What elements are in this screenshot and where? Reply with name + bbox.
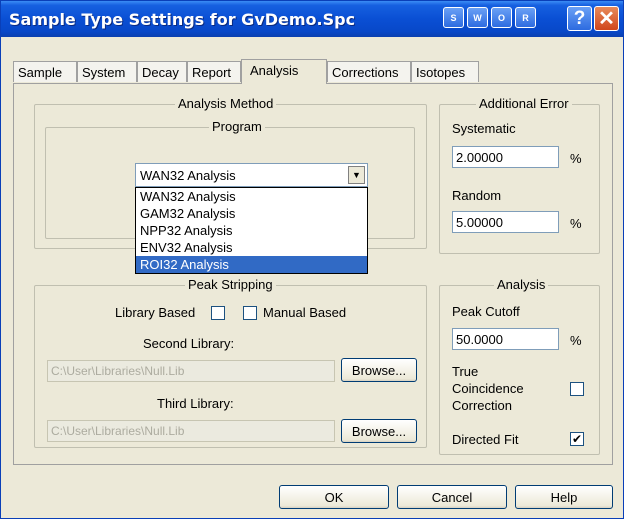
- third-library-label: Third Library:: [157, 396, 234, 411]
- analysis-panel: Analysis Method Program WAN32 Analysis ▼…: [13, 83, 613, 465]
- dropdown-option-npp32[interactable]: NPP32 Analysis: [136, 222, 367, 239]
- program-select-value: WAN32 Analysis: [140, 168, 236, 183]
- cancel-button[interactable]: Cancel: [397, 485, 507, 509]
- directed-fit-checkbox[interactable]: ✔: [570, 432, 584, 446]
- help-button[interactable]: Help: [515, 485, 613, 509]
- analysis-options-group: Analysis Peak Cutoff 50.0000 % True Coin…: [439, 277, 600, 455]
- library-based-label: Library Based: [115, 305, 196, 320]
- analysis-options-legend: Analysis: [494, 277, 549, 292]
- systematic-unit: %: [570, 151, 582, 166]
- title-button-o[interactable]: O: [491, 7, 512, 28]
- peak-stripping-legend: Peak Stripping: [185, 277, 276, 292]
- second-library-field[interactable]: C:\User\Libraries\Null.Lib: [47, 360, 335, 382]
- additional-error-legend: Additional Error: [476, 96, 572, 111]
- dropdown-option-gam32[interactable]: GAM32 Analysis: [136, 205, 367, 222]
- true-coincidence-label-line1: True: [452, 364, 479, 379]
- additional-error-group: Additional Error Systematic 2.00000 % Ra…: [439, 96, 600, 254]
- true-coincidence-label-line3: Correction: [452, 398, 512, 413]
- program-dropdown-list: WAN32 Analysis GAM32 Analysis NPP32 Anal…: [135, 187, 368, 274]
- peak-cutoff-label: Peak Cutoff: [452, 304, 520, 319]
- title-button-s[interactable]: S: [443, 7, 464, 28]
- close-icon[interactable]: ✕: [594, 6, 619, 31]
- program-select[interactable]: WAN32 Analysis ▼: [135, 163, 368, 187]
- random-input[interactable]: 5.00000: [452, 211, 559, 233]
- random-label: Random: [452, 188, 502, 203]
- program-legend: Program: [209, 119, 265, 134]
- dropdown-option-roi32[interactable]: ROI32 Analysis: [136, 256, 367, 273]
- analysis-method-group: Analysis Method Program WAN32 Analysis ▼…: [34, 96, 427, 274]
- library-based-checkbox[interactable]: [211, 306, 225, 320]
- title-button-r[interactable]: R: [515, 7, 536, 28]
- tab-decay[interactable]: Decay: [137, 61, 187, 82]
- tab-sample[interactable]: Sample: [13, 61, 77, 82]
- tab-analysis[interactable]: Analysis: [241, 59, 327, 84]
- peak-cutoff-unit: %: [570, 333, 582, 348]
- title-bar[interactable]: Sample Type Settings for GvDemo.Spc S W …: [1, 1, 623, 37]
- true-coincidence-label-line2: Coincidence: [452, 381, 524, 396]
- directed-fit-label: Directed Fit: [452, 432, 519, 447]
- tab-isotopes[interactable]: Isotopes: [411, 61, 479, 82]
- chevron-down-icon[interactable]: ▼: [348, 166, 365, 184]
- dropdown-option-wan32[interactable]: WAN32 Analysis: [136, 188, 367, 205]
- window-title: Sample Type Settings for GvDemo.Spc: [9, 10, 356, 29]
- dialog-window: Sample Type Settings for GvDemo.Spc S W …: [0, 0, 624, 519]
- browse-third-library-button[interactable]: Browse...: [341, 419, 417, 443]
- tab-system[interactable]: System: [77, 61, 137, 82]
- peak-cutoff-input[interactable]: 50.0000: [452, 328, 559, 350]
- title-button-w[interactable]: W: [467, 7, 488, 28]
- tab-strip: Sample System Decay Report Analysis Corr…: [13, 59, 613, 84]
- peak-stripping-group: Peak Stripping Library Based Manual Base…: [34, 277, 427, 448]
- second-library-label: Second Library:: [143, 336, 235, 351]
- third-library-field[interactable]: C:\User\Libraries\Null.Lib: [47, 420, 335, 442]
- help-icon[interactable]: ?: [567, 6, 592, 31]
- true-coincidence-checkbox[interactable]: [570, 382, 584, 396]
- tab-report[interactable]: Report: [187, 61, 241, 82]
- browse-second-library-button[interactable]: Browse...: [341, 358, 417, 382]
- dropdown-option-env32[interactable]: ENV32 Analysis: [136, 239, 367, 256]
- ok-button[interactable]: OK: [279, 485, 389, 509]
- manual-based-label: Manual Based: [263, 305, 347, 320]
- systematic-label: Systematic: [452, 121, 516, 136]
- manual-based-checkbox[interactable]: [243, 306, 257, 320]
- tab-corrections[interactable]: Corrections: [327, 61, 411, 82]
- analysis-method-legend: Analysis Method: [175, 96, 277, 111]
- systematic-input[interactable]: 2.00000: [452, 146, 559, 168]
- random-unit: %: [570, 216, 582, 231]
